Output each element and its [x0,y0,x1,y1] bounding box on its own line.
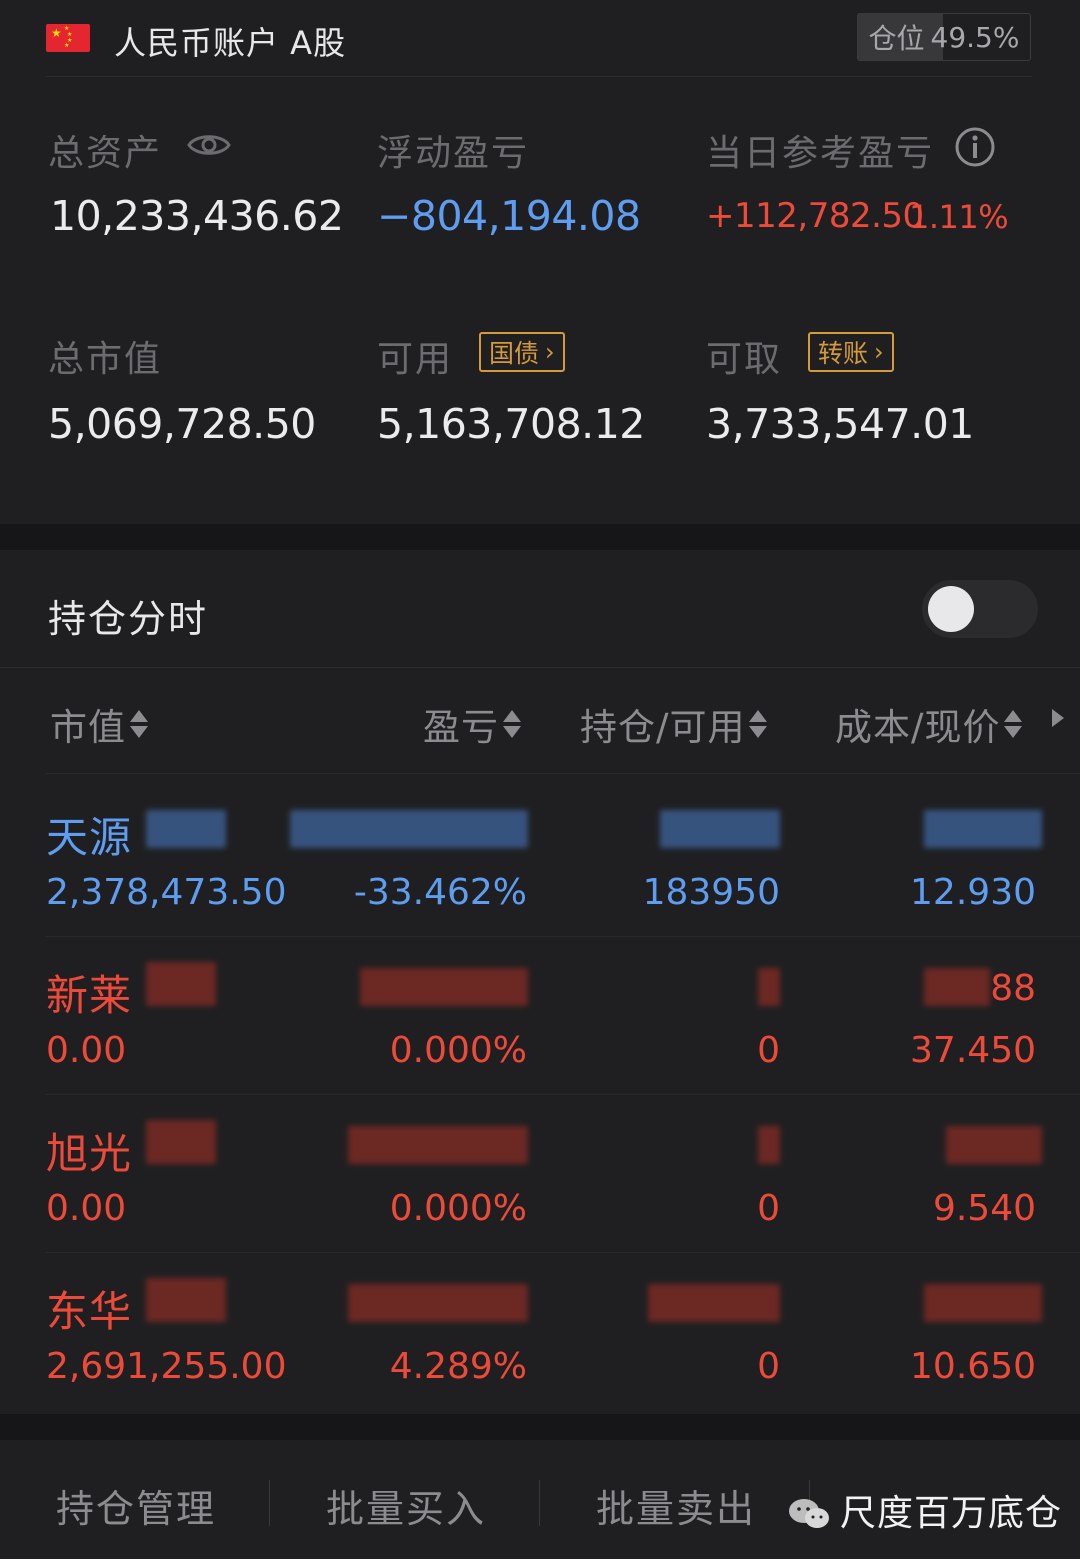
stock-name: 旭光 [46,1129,133,1178]
position-qty: 0 [757,1030,780,1071]
redacted-block [146,810,226,848]
available-value: 5,163,708.12 [377,400,645,448]
total-assets-label: 总资产 [48,133,163,174]
position-value: 49.5% [930,20,1020,54]
redacted-block [924,1284,1042,1322]
stock-name: 东华 [46,1287,133,1336]
market-value: 2,691,255.00 [46,1346,287,1387]
holding-row[interactable]: 旭光 0.00 0.000% 0 9.540 [0,1096,1080,1254]
divider [46,1252,1080,1253]
daily-pl-percent: 1.11% [909,198,1009,236]
chevron-right-icon: › [545,338,555,366]
column-header-qty[interactable]: 持仓/可用 [580,697,768,751]
batch-sell-button[interactable]: 批量卖出 [596,1478,756,1533]
current-price: 9.540 [932,1188,1036,1229]
market-value: 0.00 [46,1030,127,1071]
watermark-text: 尺度百万底仓 [840,1493,1063,1534]
redacted-block [924,810,1042,848]
withdrawable-value: 3,733,547.01 [706,400,974,448]
market-value: 0.00 [46,1188,127,1229]
position-ratio-badge: 仓位 49.5% [857,13,1031,61]
scroll-right-icon[interactable] [1052,709,1064,727]
current-price: 37.450 [910,1030,1036,1071]
position-qty: 0 [757,1346,780,1387]
divider [539,1480,540,1526]
available-label: 可用 [377,339,454,380]
sort-icon [130,706,148,742]
floating-pl-label: 浮动盈亏 [377,133,530,174]
redacted-block [648,1284,780,1322]
redacted-block [924,968,990,1006]
pl-percent: 0.000% [389,1030,527,1071]
pl-percent: 4.289% [389,1346,527,1387]
position-management-button[interactable]: 持仓管理 [56,1478,216,1533]
transfer-button[interactable]: 转账 › [808,332,894,372]
current-price: 10.650 [910,1346,1036,1387]
chevron-right-icon: › [874,338,884,366]
sort-icon [749,706,768,742]
redacted-block [360,968,528,1006]
position-label: 仓位 [868,22,925,55]
account-title[interactable]: 人民币账户 A股 [114,18,346,64]
daily-pl-label: 当日参考盈亏 [706,133,935,174]
china-flag-icon: ★ ★ ★ ★ ★ [46,24,90,52]
redacted-block [290,810,528,848]
position-qty: 183950 [642,872,780,913]
toggle-knob [928,586,974,632]
pl-percent: 0.000% [389,1188,527,1229]
divider [0,667,1080,668]
redacted-block [348,1284,528,1322]
redacted-block [348,1126,528,1164]
redacted-block [946,1126,1042,1164]
info-icon[interactable] [954,126,996,168]
divider [269,1480,270,1526]
total-assets-value: 10,233,436.62 [50,192,344,240]
divider [46,1094,1080,1095]
redacted-block [146,1278,226,1322]
floating-pl-value: −804,194.08 [377,192,641,240]
sort-icon [1004,706,1023,742]
redacted-block [146,1120,216,1164]
holdings-intraday-title: 持仓分时 [48,597,209,641]
transfer-label: 转账 [818,339,869,368]
pl-percent: -33.462% [353,872,527,913]
divider [46,773,1080,774]
redacted-block [758,968,780,1006]
column-header-market-value[interactable]: 市值 [50,697,148,751]
market-value-label: 总市值 [48,339,163,380]
treasury-bond-label: 国债 [489,339,540,368]
redacted-block [660,810,780,848]
section-divider [0,524,1080,550]
divider [46,936,1080,937]
column-header-cost-price[interactable]: 成本/现价 [835,697,1023,751]
cost-price: 88 [990,968,1036,1009]
holding-row[interactable]: 天源 2,378,473.50 -33.462% 183950 12.930 [0,780,1080,938]
batch-buy-button[interactable]: 批量买入 [326,1478,486,1533]
position-qty: 0 [757,1188,780,1229]
sort-icon [503,706,521,742]
market-value: 2,378,473.50 [46,872,287,913]
treasury-bond-button[interactable]: 国债 › [479,332,565,372]
eye-icon[interactable] [186,127,232,163]
holdings-intraday-toggle[interactable] [922,580,1038,638]
holding-row[interactable]: 东华 2,691,255.00 4.289% 0 10.650 [0,1254,1080,1412]
wechat-icon [789,1499,829,1528]
section-divider [0,1414,1080,1440]
divider [46,76,1032,77]
current-price: 12.930 [910,872,1036,913]
stock-name: 天源 [46,813,133,862]
redacted-block [146,962,216,1006]
holding-row[interactable]: 新莱 0.00 0.000% 0 37.450 88 [0,938,1080,1096]
withdrawable-label: 可取 [706,339,783,380]
stock-name: 新莱 [46,971,133,1020]
daily-pl-value: +112,782.50 [706,196,924,236]
market-value-value: 5,069,728.50 [48,400,316,448]
redacted-block [758,1126,780,1164]
column-header-pl[interactable]: 盈亏 [423,697,521,751]
